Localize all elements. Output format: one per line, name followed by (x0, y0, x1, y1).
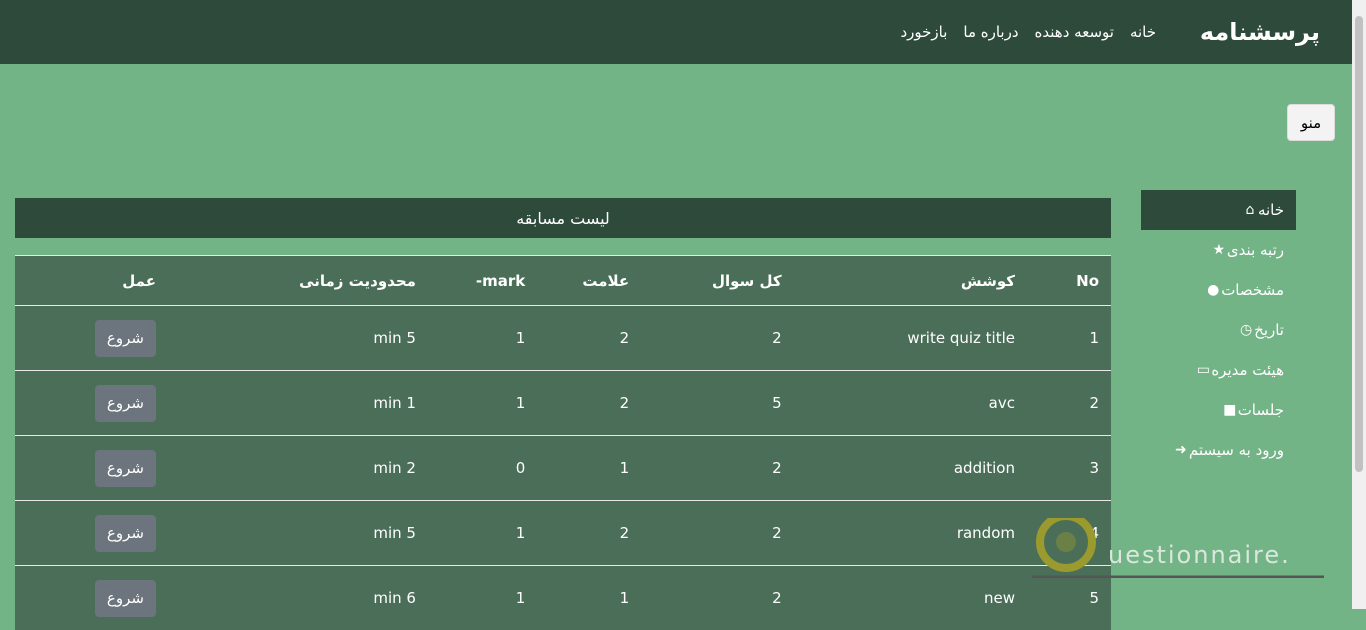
cell-total-questions: 5 (630, 371, 782, 436)
sidebar-item-ranking[interactable]: ★رتبه بندی (1141, 230, 1296, 270)
cell-negative-mark: 1 (417, 371, 526, 436)
cell-time-limit: min 1 (164, 371, 417, 436)
user-icon: ● (1205, 282, 1221, 298)
nav-link-home[interactable]: خانه (1130, 23, 1156, 41)
quiz-list-header: لیست مسابقه (15, 198, 1111, 238)
cell-mark: 1 (526, 566, 630, 630)
col-header-no: No (1016, 256, 1111, 306)
nav-link-developer[interactable]: توسعه دهنده (1035, 23, 1114, 41)
history-icon: ◷ (1238, 322, 1254, 338)
col-header-title: کوشش (783, 256, 1016, 306)
table-row: شروع min 6 1 1 2 new 5 (15, 566, 1111, 630)
cell-no: 3 (1016, 436, 1111, 501)
cell-total-questions: 2 (630, 501, 782, 566)
start-button[interactable]: شروع (95, 580, 156, 617)
table-row: شروع min 5 1 2 2 random 4 (15, 501, 1111, 566)
brand-title[interactable]: پرسشنامه (1200, 18, 1320, 46)
col-header-time-limit: محدودیت زمانی (164, 256, 417, 306)
sidebar-item-history[interactable]: ◷تاریخ (1141, 310, 1296, 350)
sidebar-item-label: ورود به سیستم (1189, 441, 1284, 459)
sidebar-item-login[interactable]: ➜ورود به سیستم (1141, 430, 1296, 470)
questionnaire-logo: uestionnaire. (1028, 518, 1328, 578)
sidebar-item-label: هیئت مدیره (1211, 361, 1284, 379)
inbox-icon: ▭ (1195, 362, 1211, 378)
star-icon: ★ (1211, 242, 1227, 258)
page-scrollbar[interactable] (1352, 0, 1366, 609)
home-icon: ⌂ (1242, 202, 1258, 218)
cell-title: write quiz title (783, 306, 1016, 371)
cell-negative-mark: 0 (417, 436, 526, 501)
sidebar-item-board[interactable]: ▭هیئت مدیره (1141, 350, 1296, 390)
cell-time-limit: min 6 (164, 566, 417, 630)
nav-link-feedback[interactable]: بازخورد (900, 23, 947, 41)
start-button[interactable]: شروع (95, 320, 156, 357)
cell-title: avc (783, 371, 1016, 436)
sidebar-item-label: مشخصات (1221, 281, 1284, 299)
cell-no: 2 (1016, 371, 1111, 436)
cell-negative-mark: 1 (417, 566, 526, 630)
top-navbar: پرسشنامه خانه توسعه دهنده درباره ما بازخ… (0, 0, 1352, 64)
sidebar-item-label: جلسات (1238, 401, 1284, 419)
sidebar-item-label: تاریخ (1254, 321, 1284, 339)
nav-links: خانه توسعه دهنده درباره ما بازخورد (900, 23, 1156, 41)
sidebar-item-label: رتبه بندی (1227, 241, 1284, 259)
cell-negative-mark: 1 (417, 501, 526, 566)
cell-mark: 1 (526, 436, 630, 501)
cell-mark: 2 (526, 371, 630, 436)
scrollbar-thumb[interactable] (1355, 16, 1363, 472)
col-header-negative-mark: -mark (417, 256, 526, 306)
nav-link-about[interactable]: درباره ما (963, 23, 1018, 41)
cell-total-questions: 2 (630, 436, 782, 501)
logo-text: uestionnaire. (1108, 541, 1291, 569)
cell-time-limit: min 2 (164, 436, 417, 501)
quiz-table: عمل محدودیت زمانی -mark علامت کل سوال کو… (15, 255, 1111, 630)
video-icon: ■ (1222, 402, 1238, 418)
menu-button[interactable]: منو (1287, 104, 1335, 141)
start-button[interactable]: شروع (95, 450, 156, 487)
cell-title: random (783, 501, 1016, 566)
cell-negative-mark: 1 (417, 306, 526, 371)
cell-time-limit: min 5 (164, 501, 417, 566)
cell-mark: 2 (526, 306, 630, 371)
table-header-row: عمل محدودیت زمانی -mark علامت کل سوال کو… (15, 256, 1111, 306)
cell-total-questions: 2 (630, 566, 782, 630)
start-button[interactable]: شروع (95, 385, 156, 422)
col-header-action: عمل (15, 256, 164, 306)
cell-title: addition (783, 436, 1016, 501)
cell-title: new (783, 566, 1016, 630)
sidebar-item-sessions[interactable]: ■جلسات (1141, 390, 1296, 430)
cell-total-questions: 2 (630, 306, 782, 371)
table-row: شروع min 5 1 2 2 write quiz title 1 (15, 306, 1111, 371)
sidebar: ⌂خانه ★رتبه بندی ●مشخصات ◷تاریخ ▭هیئت مد… (1141, 190, 1296, 470)
cell-time-limit: min 5 (164, 306, 417, 371)
cell-mark: 2 (526, 501, 630, 566)
table-row: شروع min 2 0 1 2 addition 3 (15, 436, 1111, 501)
col-header-mark: علامت (526, 256, 630, 306)
sidebar-item-label: خانه (1258, 201, 1284, 219)
sidebar-item-profile[interactable]: ●مشخصات (1141, 270, 1296, 310)
col-header-total-questions: کل سوال (630, 256, 782, 306)
sidebar-item-home[interactable]: ⌂خانه (1141, 190, 1296, 230)
sign-in-icon: ➜ (1173, 442, 1189, 458)
start-button[interactable]: شروع (95, 515, 156, 552)
table-row: شروع min 1 1 2 5 avc 2 (15, 371, 1111, 436)
cell-no: 1 (1016, 306, 1111, 371)
